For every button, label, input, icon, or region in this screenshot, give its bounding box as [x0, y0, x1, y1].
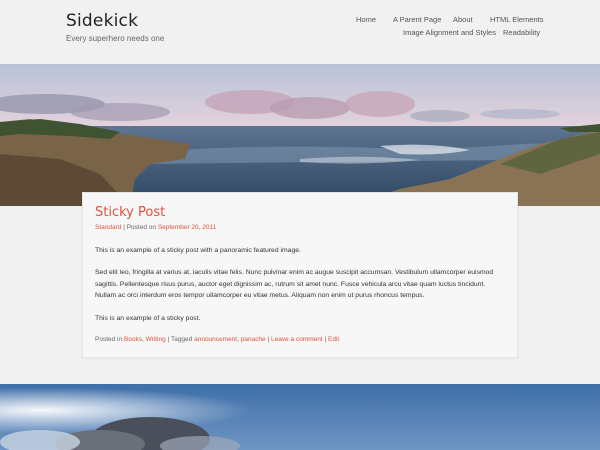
- post-format-link[interactable]: Standard: [95, 224, 121, 231]
- post-footer: Posted in Books, Writing | Tagged announ…: [95, 336, 339, 343]
- nav-readability[interactable]: Readability: [503, 28, 540, 37]
- tag-announcement-link[interactable]: announcement: [194, 336, 237, 343]
- post-paragraph-1: This is an example of a sticky post with…: [95, 247, 301, 254]
- nav-image-alignment[interactable]: Image Alignment and Styles: [403, 28, 496, 37]
- post-meta: Standard | Posted on September 20, 2011: [95, 224, 216, 231]
- tagged-label: Tagged: [170, 336, 193, 343]
- footer-separator-1: |: [167, 336, 170, 343]
- post-paragraph-2: Sed elit leo, fringilla at varius at, ia…: [95, 269, 494, 299]
- nav-home[interactable]: Home: [356, 15, 376, 24]
- nav-about[interactable]: About: [453, 15, 473, 24]
- edit-link[interactable]: Edit: [328, 336, 339, 343]
- leave-comment-link[interactable]: Leave a comment: [271, 336, 323, 343]
- category-books-link[interactable]: Books: [124, 336, 142, 343]
- posted-in-label: Posted in: [95, 336, 123, 343]
- nav-html-elements[interactable]: HTML Elements: [490, 15, 544, 24]
- category-writing-link[interactable]: Writing: [146, 336, 166, 343]
- nav-parent-page[interactable]: A Parent Page: [393, 15, 441, 24]
- tag-panache-link[interactable]: panache: [241, 336, 266, 343]
- next-post-featured-image: [0, 384, 600, 450]
- post-title[interactable]: Sticky Post: [95, 205, 165, 220]
- tag-comma: ,: [237, 336, 239, 343]
- sticky-post-card: Sticky Post Standard | Posted on Septemb…: [82, 192, 518, 358]
- category-comma: ,: [142, 336, 144, 343]
- site-header: Sidekick Every superhero needs one Home …: [0, 0, 600, 64]
- footer-separator-3: |: [324, 336, 327, 343]
- posted-on-label: Posted on: [126, 224, 156, 231]
- post-date-link[interactable]: September 20, 2011: [158, 224, 216, 231]
- post-paragraph-3: This is an example of a sticky post.: [95, 315, 201, 322]
- featured-panorama-image: [0, 64, 600, 206]
- footer-separator-2: |: [267, 336, 270, 343]
- meta-separator: |: [123, 224, 125, 231]
- site-tagline: Every superhero needs one: [66, 34, 165, 43]
- site-title[interactable]: Sidekick: [66, 11, 138, 31]
